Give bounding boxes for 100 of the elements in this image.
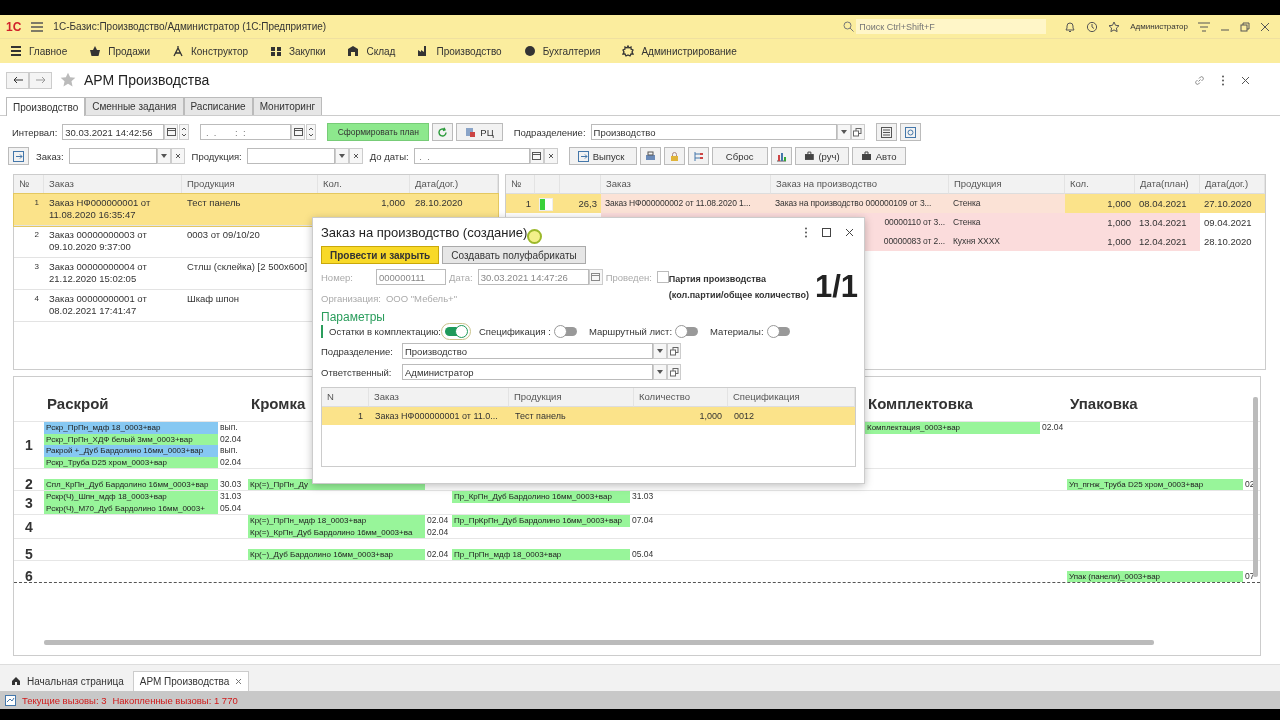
build-plan-button[interactable]: Сформировать план: [327, 123, 430, 141]
nav-label[interactable]: Продажи: [108, 45, 150, 57]
spin-button[interactable]: [306, 124, 317, 140]
plan-task[interactable]: Спл_КрПн_Дуб Бардолино 16мм_0003+вар: [44, 478, 218, 490]
settings-button[interactable]: [899, 123, 921, 141]
refresh-button[interactable]: [432, 123, 454, 141]
open-button[interactable]: [667, 343, 681, 359]
star-icon[interactable]: [1108, 20, 1121, 33]
bell-icon[interactable]: [1064, 20, 1077, 33]
column-header[interactable]: Количество: [634, 388, 728, 407]
history-icon[interactable]: [1086, 20, 1099, 33]
menu-icon[interactable]: [31, 21, 44, 32]
date-field[interactable]: 30.03.2021 14:47:26: [477, 269, 589, 285]
toggle-switch[interactable]: [767, 327, 790, 336]
column-header[interactable]: Заказ: [601, 175, 771, 194]
more-icon[interactable]: [804, 226, 808, 238]
number-field[interactable]: 000000111: [376, 269, 446, 285]
list-button[interactable]: [875, 123, 897, 141]
division-field[interactable]: Производство: [590, 124, 837, 140]
user-name[interactable]: Администратор: [1130, 22, 1188, 31]
plan-task[interactable]: Пр_ПрКрПн_Дуб Бардолино 16мм_0003+вар: [452, 515, 630, 527]
column-header[interactable]: Спецификация: [728, 388, 855, 407]
interval-start-field[interactable]: 30.03.2021 14:42:56: [62, 124, 165, 140]
order-line-row[interactable]: 1 Заказ НФ000000001 от 11.0... Тест панель 1,000 0012: [322, 407, 855, 425]
vertical-scrollbar[interactable]: [1253, 397, 1258, 577]
search-icon[interactable]: [843, 21, 855, 32]
plan-task[interactable]: Пр_ПрПн_мдф 18_0003+вар: [452, 548, 630, 560]
tab[interactable]: Расписание: [183, 97, 253, 115]
dropdown-button[interactable]: [653, 343, 667, 359]
order-row[interactable]: 1 Заказ НФ000000001 от 11.08.2020 16:35:47 Тест панель 1,000 28.10.2020: [14, 194, 498, 226]
tab[interactable]: Производство: [6, 97, 86, 116]
close-icon[interactable]: [1241, 75, 1250, 85]
horizontal-scrollbar[interactable]: [44, 640, 1154, 645]
work-center-button[interactable]: РЦ: [456, 123, 503, 141]
column-header[interactable]: Кол.: [1065, 175, 1135, 194]
product-filter-field[interactable]: [246, 148, 335, 164]
tab[interactable]: Сменные задания: [85, 97, 184, 115]
post-and-close-button[interactable]: Провести и закрыть: [321, 246, 440, 264]
app-logo[interactable]: 1С: [6, 19, 22, 34]
nav-label[interactable]: Склад: [366, 45, 396, 57]
plan-task[interactable]: Кр(~)_Дуб Бардолино 16мм_0003+вар: [248, 548, 425, 560]
manual-button[interactable]: (руч): [794, 147, 849, 165]
nav-label[interactable]: Главное: [29, 45, 68, 57]
nav-item[interactable]: Бухгалтерия: [523, 45, 601, 57]
plan-task[interactable]: Уп_пгнж_Труба D25 хром_0003+вар: [1067, 478, 1243, 490]
back-button[interactable]: [6, 71, 29, 89]
restore-icon[interactable]: [1240, 21, 1250, 32]
print-button[interactable]: [639, 147, 661, 165]
plan-task[interactable]: Кр(=)_ПрПн_мдф 18_0003+вар: [248, 515, 425, 527]
close-icon[interactable]: [1260, 21, 1270, 32]
nav-item[interactable]: Администрирование: [622, 45, 737, 57]
plan-task[interactable]: Ракрой +_Дуб Бардолино 16мм_0003+вар: [44, 445, 218, 457]
column-header[interactable]: Продукция: [509, 388, 634, 407]
nav-item[interactable]: Производство: [417, 45, 502, 57]
release-button[interactable]: Выпуск: [568, 147, 637, 165]
column-header[interactable]: №: [506, 175, 535, 194]
plan-task[interactable]: Комплектация_0003+вар: [865, 422, 1040, 434]
column-header[interactable]: Заказ на производство: [771, 175, 949, 194]
nav-label[interactable]: Производство: [436, 45, 502, 57]
column-header[interactable]: N: [322, 388, 369, 407]
responsible-field[interactable]: Администратор: [402, 364, 653, 380]
dropdown-button[interactable]: [653, 364, 667, 380]
until-date-field[interactable]: . .: [413, 148, 530, 164]
interval-end-field[interactable]: . . : :: [200, 124, 292, 140]
structure-button[interactable]: [687, 147, 709, 165]
chart-button[interactable]: [770, 147, 792, 165]
close-icon[interactable]: [845, 227, 854, 237]
more-icon[interactable]: [1221, 74, 1225, 86]
job-row[interactable]: 1 26,3 Заказ НФ000000002 от 11.08.2020 1... Заказ на производство 000000109 от 3... Стенка 1,000 08.04.2021 27.10.2020: [506, 194, 1265, 213]
nav-item[interactable]: Продажи: [89, 45, 150, 57]
tab[interactable]: Мониторинг: [252, 97, 323, 115]
nav-item[interactable]: Конструктор: [172, 45, 248, 57]
nav-label[interactable]: Администрирование: [641, 45, 737, 57]
auto-button[interactable]: Авто: [851, 147, 906, 165]
nav-item[interactable]: Главное: [10, 45, 68, 57]
column-header[interactable]: Заказ: [369, 388, 509, 407]
open-page-tab[interactable]: АРМ Производства: [132, 671, 250, 691]
column-header[interactable]: Дата(дог.): [1200, 175, 1265, 194]
open-page-tab[interactable]: Начальная страница: [4, 671, 131, 691]
search-field[interactable]: Поиск Ctrl+Shift+F: [856, 19, 1047, 34]
division-field[interactable]: Производство: [402, 343, 653, 359]
spin-button[interactable]: [179, 124, 190, 140]
calendar-button[interactable]: [291, 124, 306, 140]
plan-task[interactable]: Пр_КрПн_Дуб Бардолино 16мм_0003+вар: [452, 491, 630, 503]
close-icon[interactable]: [235, 678, 243, 685]
nav-label[interactable]: Закупки: [289, 45, 326, 57]
calendar-button[interactable]: [164, 124, 179, 140]
nav-label[interactable]: Конструктор: [191, 45, 248, 57]
open-button[interactable]: [667, 364, 681, 380]
chart-window-icon[interactable]: [5, 694, 16, 706]
plan-task[interactable]: Рскр(Ч)_Шпн_мдф 18_0003+вар: [44, 491, 218, 503]
order-filter-field[interactable]: [68, 148, 157, 164]
favorite-star-icon[interactable]: [60, 72, 76, 88]
column-header[interactable]: Продукция: [949, 175, 1065, 194]
reset-button[interactable]: Сброс: [711, 147, 768, 165]
plan-task[interactable]: Рскр_ПрПн_мдф 18_0003+вар: [44, 422, 218, 434]
column-header[interactable]: Дата(план): [1135, 175, 1200, 194]
maximize-icon[interactable]: [822, 227, 831, 237]
toggle-switch[interactable]: [554, 327, 577, 336]
nav-item[interactable]: Склад: [347, 45, 396, 57]
